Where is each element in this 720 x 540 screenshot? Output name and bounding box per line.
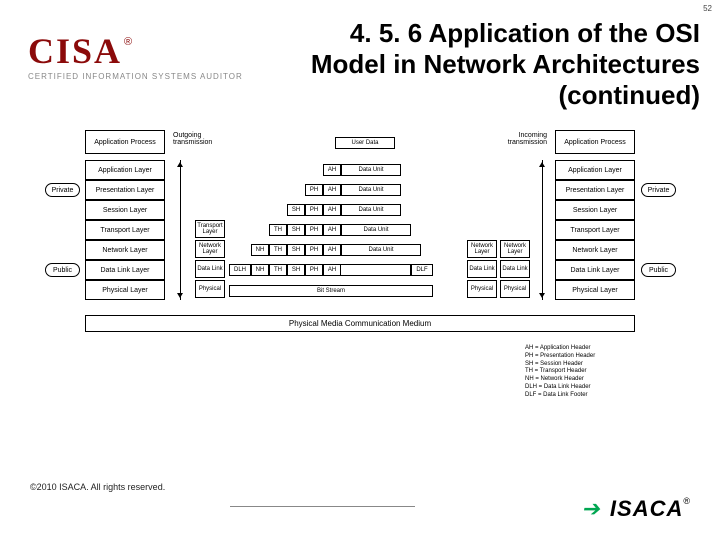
hdr-ph-6: PH [305, 264, 323, 276]
isaca-logo: ➔ ISACA® [583, 496, 690, 522]
du-4: Data Unit [341, 224, 411, 236]
title-line-2: Model in Network Architectures [311, 49, 700, 79]
legend-ph: PH = Presentation Header [525, 353, 675, 361]
left-network-layer: Network Layer [85, 240, 165, 260]
du-1: Data Unit [341, 164, 401, 176]
cisa-logo-text: CISA [28, 31, 122, 71]
mini-network-r2: Network Layer [500, 240, 530, 258]
copyright-text: ©2010 ISACA. All rights reserved. [30, 482, 690, 492]
left-physical-layer: Physical Layer [85, 280, 165, 300]
legend-ah: AH = Application Header [525, 345, 675, 353]
mini-physical-r2: Physical [500, 280, 530, 298]
left-presentation-layer: Presentation Layer [85, 180, 165, 200]
slide-title: 4. 5. 6 Application of the OSI Model in … [190, 18, 700, 112]
title-line-1: 4. 5. 6 Application of the OSI [350, 18, 700, 48]
footer-divider [230, 506, 415, 507]
hdr-nh-6: NH [251, 264, 269, 276]
hdr-ah-4: AH [323, 224, 341, 236]
hdr-ah-1: AH [323, 164, 341, 176]
title-line-3: (continued) [558, 80, 700, 110]
mini-network-r: Network Layer [467, 240, 497, 258]
legend-dlh: DLH = Data Link Header [525, 384, 675, 392]
public-pill-left: Public [45, 263, 80, 277]
hdr-sh-4: SH [287, 224, 305, 236]
legend-block: AH = Application Header PH = Presentatio… [525, 345, 675, 400]
page-number: 52 [703, 4, 712, 13]
private-pill-left: Private [45, 183, 80, 197]
physical-medium-bar: Physical Media Communication Medium [85, 315, 635, 332]
right-transport-layer: Transport Layer [555, 220, 635, 240]
mini-physical-r: Physical [467, 280, 497, 298]
down-arrow-icon [180, 160, 181, 300]
incoming-label: Incoming transmission [487, 132, 547, 146]
hdr-ph-3: PH [305, 204, 323, 216]
registered-icon: ® [124, 36, 132, 48]
hdr-th-6: TH [269, 264, 287, 276]
du-5: Data Unit [341, 244, 421, 256]
right-session-layer: Session Layer [555, 200, 635, 220]
legend-nh: NH = Network Header [525, 376, 675, 384]
hdr-th-4: TH [269, 224, 287, 236]
legend-sh: SH = Session Header [525, 361, 675, 369]
du-6 [341, 264, 411, 276]
isaca-arrow-icon: ➔ [581, 496, 604, 522]
hdr-ah-3: AH [323, 204, 341, 216]
mini-datalink-r2: Data Link [500, 260, 530, 278]
right-presentation-layer: Presentation Layer [555, 180, 635, 200]
footer: ©2010 ISACA. All rights reserved. ➔ ISAC… [30, 482, 690, 522]
hdr-sh-3: SH [287, 204, 305, 216]
legend-dlf: DLF = Data Link Footer [525, 392, 675, 400]
isaca-text: ISACA [610, 496, 683, 522]
osi-diagram: Application Process Application Layer Pr… [45, 130, 685, 420]
hdr-ah-2: AH [323, 184, 341, 196]
public-pill-right: Public [641, 263, 676, 277]
hdr-ph-2: PH [305, 184, 323, 196]
private-pill-right: Private [641, 183, 676, 197]
left-app-process: Application Process [85, 130, 165, 154]
mini-physical-l: Physical [195, 280, 225, 298]
du-3: Data Unit [341, 204, 401, 216]
du-2: Data Unit [341, 184, 401, 196]
hdr-ph-5: PH [305, 244, 323, 256]
dlf-6: DLF [411, 264, 433, 276]
user-data-box: User Data [335, 137, 395, 149]
hdr-sh-6: SH [287, 264, 305, 276]
mini-datalink-r: Data Link [467, 260, 497, 278]
left-session-layer: Session Layer [85, 200, 165, 220]
hdr-ah-5: AH [323, 244, 341, 256]
mini-transport-l: Transport Layer [195, 220, 225, 238]
hdr-dlh-6: DLH [229, 264, 251, 276]
hdr-nh-5: NH [251, 244, 269, 256]
mini-network-l: Network Layer [195, 240, 225, 258]
hdr-th-5: TH [269, 244, 287, 256]
outgoing-label: Outgoing transmission [173, 132, 233, 146]
right-application-layer: Application Layer [555, 160, 635, 180]
hdr-sh-5: SH [287, 244, 305, 256]
hdr-ph-4: PH [305, 224, 323, 236]
right-physical-layer: Physical Layer [555, 280, 635, 300]
right-app-process: Application Process [555, 130, 635, 154]
left-transport-layer: Transport Layer [85, 220, 165, 240]
isaca-registered-icon: ® [683, 496, 690, 506]
up-arrow-icon [542, 160, 543, 300]
mini-datalink-l: Data Link [195, 260, 225, 278]
right-network-layer: Network Layer [555, 240, 635, 260]
left-datalink-layer: Data Link Layer [85, 260, 165, 280]
hdr-ah-6: AH [323, 264, 341, 276]
legend-th: TH = Transport Header [525, 368, 675, 376]
left-application-layer: Application Layer [85, 160, 165, 180]
right-datalink-layer: Data Link Layer [555, 260, 635, 280]
bit-stream-box: Bit Stream [229, 285, 433, 297]
